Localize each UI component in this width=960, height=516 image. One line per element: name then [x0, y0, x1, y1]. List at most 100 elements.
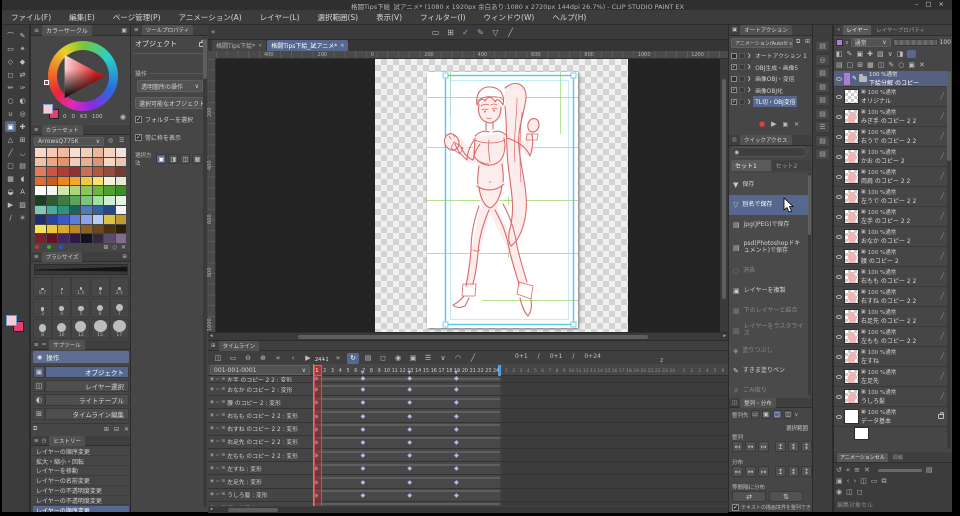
swatch-72[interactable] [35, 234, 46, 243]
layer-row-4[interactable]: ▣100 %通常かお のコピー 2╱ [834, 147, 948, 167]
panel-menu-icon[interactable]: ≡ [134, 27, 139, 33]
scroll-left-icon[interactable]: ◂ [210, 333, 213, 339]
menu-item-9[interactable]: ヘルプ(H) [543, 10, 595, 25]
tl-play-icon[interactable]: ▶ [302, 353, 314, 364]
tool-fill[interactable]: ◆ [17, 56, 28, 67]
layer-cmd1-2[interactable]: ▣ [857, 50, 864, 58]
swatch-67[interactable] [70, 225, 81, 234]
track-name-3[interactable]: ◉▱⊞右もも のコピー 2 2 : 変形 [208, 409, 313, 422]
keyframe-4-7[interactable]: ◆ [361, 426, 366, 433]
layer-cmd1-0[interactable]: ◧ [836, 50, 843, 58]
frame2-24[interactable]: 24 [669, 369, 676, 374]
frame2-22[interactable]: 22 [654, 369, 661, 374]
frame2-1[interactable]: 1 [503, 369, 510, 374]
frame-11[interactable]: 11 [391, 369, 399, 374]
frame2-11[interactable]: 11 [575, 369, 582, 374]
swatch-13[interactable] [93, 158, 104, 167]
keyframe-7-13[interactable]: ◆ [407, 465, 412, 472]
delete-swatch-icon[interactable]: ✕ [121, 244, 126, 251]
selection-mode-2[interactable]: ◫ [180, 154, 190, 164]
frame-8[interactable]: 8 [368, 369, 376, 374]
frame2-14[interactable]: 14 [597, 369, 604, 374]
brush-size-15[interactable]: 15 [91, 319, 110, 339]
tl-loop-icon[interactable]: ↻ [347, 353, 359, 364]
distribute-btn-4[interactable]: ↕ [788, 466, 799, 477]
qa-set-tab-1[interactable]: セット2 [772, 160, 812, 171]
action-checkbox[interactable]: ✓ [731, 99, 737, 105]
cel-folder-icon[interactable]: ▤ [926, 466, 933, 474]
keyframe-4-19[interactable]: ◆ [454, 426, 459, 433]
tool-tone[interactable]: ▨ [17, 199, 28, 210]
frame2-18[interactable]: 18 [625, 369, 632, 374]
layer-row-11[interactable]: ▣100 %通常右すね のコピー 2 2╱ [834, 287, 948, 307]
history-item-2[interactable]: レイヤーを移動 [33, 467, 129, 476]
tool-lasso[interactable]: ⌒ [5, 30, 16, 41]
close-icon[interactable]: × [340, 43, 344, 49]
tool-move[interactable]: ✚ [17, 121, 28, 132]
qa-set-tab-0[interactable]: セット1 [731, 160, 771, 171]
swatch-14[interactable] [104, 158, 115, 167]
slash-icon[interactable]: ╱ [505, 27, 516, 38]
history-item-1[interactable]: 拡大・縮小・回転 [33, 457, 129, 466]
expand-arrow-icon[interactable]: ❯ [747, 99, 751, 105]
layer-row-17[interactable]: ▣100 %通常データ基本 [834, 407, 948, 427]
layer-row-5[interactable]: ▣100 %通常両肩 のコピー 2 2╱ [834, 167, 948, 187]
eye-icon[interactable] [836, 355, 842, 359]
eye-icon[interactable] [836, 275, 842, 279]
tool-deco[interactable]: ◐ [17, 95, 28, 106]
swatch-3[interactable] [70, 148, 81, 157]
tool-line[interactable]: ╱ [5, 147, 16, 158]
brush-size-12[interactable]: 12 [71, 319, 90, 339]
canvas-page[interactable] [427, 72, 578, 328]
brush-size-2[interactable]: 2 [91, 277, 110, 297]
panel-menu-icon[interactable]: ≡ [34, 438, 39, 444]
replace-swatch-icon[interactable]: ◇ [112, 244, 117, 251]
panel-menu-icon[interactable]: ≡ [34, 127, 39, 133]
panel-menu-icon[interactable]: ≡ [34, 254, 39, 260]
frame3-1[interactable]: 1 [680, 369, 688, 374]
tool-grad[interactable]: ▤ [17, 160, 28, 171]
layer-row-0[interactable]: ✎100 %通常下絵分解 のコピー [834, 71, 948, 87]
frame-18[interactable]: 18 [445, 369, 453, 374]
keyframe-0-7[interactable]: ◆ [361, 376, 366, 382]
dock-folder-icon[interactable]: ▤ [815, 40, 830, 52]
layer-row-15[interactable]: ▣100 %通常左足先╱ [834, 367, 948, 387]
frame-20[interactable]: 20 [461, 369, 469, 374]
layer-cmd2-7[interactable]: ▣ [908, 61, 915, 69]
cel-cmd3-0[interactable]: ◉ [836, 488, 842, 496]
eye-icon[interactable] [836, 135, 842, 139]
expand-arrow-icon[interactable]: ❯ [747, 76, 751, 82]
cel-tab-1[interactable]: 情報 [890, 453, 906, 462]
tl-zoomout-icon[interactable]: ⊖ [242, 353, 254, 364]
frame-19[interactable]: 19 [453, 369, 461, 374]
cel-cmd1-2[interactable]: ≡ [854, 466, 860, 474]
dock-folder-icon[interactable]: ▤ [815, 108, 830, 120]
spacing-btn-0[interactable]: ⇄ [732, 491, 766, 502]
tl-curve-icon[interactable]: ◠ [452, 353, 464, 364]
layer-row-7[interactable]: ▣100 %通常左手 のコピー 2 2╱ [834, 207, 948, 227]
frame2-4[interactable]: 4 [525, 369, 532, 374]
panel-dock-icon[interactable]: ▣ [121, 27, 127, 34]
color-set-preset-dropdown[interactable]: ArrowsQ775K∨ [34, 137, 104, 146]
distribute-btn-3[interactable]: ↥ [775, 466, 786, 477]
layers-tab-1[interactable]: レイヤープロパティ [873, 25, 928, 35]
frame3-6[interactable]: 6 [719, 369, 727, 374]
layer-row-13[interactable]: ▣100 %通常左もも のコピー 2 2╱ [834, 327, 948, 347]
action-checkbox[interactable]: ✓ [731, 64, 737, 70]
swatch-62[interactable] [104, 215, 115, 224]
eye-icon[interactable] [836, 215, 842, 219]
auto-action-item-1[interactable]: ✓❯OBJ生成・画像5 [731, 62, 811, 73]
keyframe-7-7[interactable]: ◆ [361, 465, 366, 472]
batch-icon[interactable]: ▣ [783, 121, 789, 128]
eye-icon[interactable] [836, 235, 842, 239]
swatch-17[interactable] [47, 167, 58, 176]
delete-action-icon[interactable]: ✕ [794, 121, 799, 128]
eye-icon[interactable]: ◉ [210, 413, 214, 418]
eye-icon[interactable] [836, 295, 842, 299]
search-icon[interactable]: ◎ [108, 137, 113, 144]
swatch-45[interactable] [93, 196, 104, 205]
align-btn-3[interactable]: ↥ [775, 441, 786, 452]
frame-23[interactable]: 23 [484, 369, 492, 374]
brush-size-0.7[interactable]: 0.7 [33, 277, 52, 297]
track-name-4[interactable]: ◉▱⊞右すね のコピー 2 2 : 変形 [208, 423, 313, 436]
